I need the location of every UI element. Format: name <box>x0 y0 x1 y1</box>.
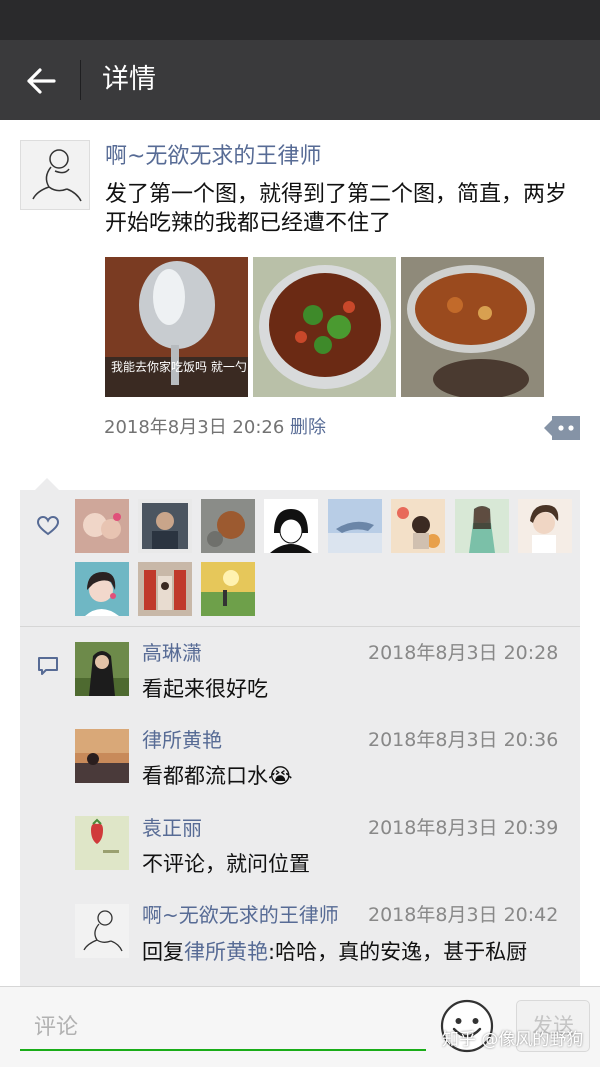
post-text: 发了第一个图，就得到了第二个图，简直，两岁开始吃辣的我都已经遭不住了 <box>105 182 568 236</box>
crying-emoji: 😭 <box>268 764 293 788</box>
heart-outline-icon <box>37 516 59 536</box>
post-photo-2[interactable] <box>253 257 396 397</box>
comment-input[interactable] <box>20 1005 426 1051</box>
post-photo-1[interactable]: 我能去你家吃饭吗 就一勺 <box>105 257 248 397</box>
like-avatar[interactable] <box>75 499 129 553</box>
panel-pointer <box>35 478 59 490</box>
post-author-name[interactable]: 啊~无欲无求的王律师 <box>105 142 321 172</box>
comment-icon <box>38 657 58 675</box>
reply-target-link[interactable]: 律所黄艳 <box>184 940 268 964</box>
photo-caption: 我能去你家吃饭吗 就一勺 <box>111 360 247 374</box>
title-divider <box>80 60 81 100</box>
comment-timestamp: 2018年8月3日 20:42 <box>368 904 559 926</box>
commenter-avatar[interactable] <box>75 816 129 870</box>
like-avatar[interactable] <box>201 499 255 553</box>
comment-timestamp: 2018年8月3日 20:36 <box>368 729 559 751</box>
comment-timestamp: 2018年8月3日 20:28 <box>368 642 559 664</box>
like-avatar[interactable] <box>201 562 255 616</box>
back-button[interactable] <box>20 60 62 102</box>
post-timestamp: 2018年8月3日 20:26 <box>104 417 285 438</box>
like-avatar[interactable] <box>518 499 572 553</box>
comment-author[interactable]: 啊~无欲无求的王律师 <box>142 902 339 928</box>
comment-author[interactable]: 袁正丽 <box>142 815 202 841</box>
like-avatar[interactable] <box>138 499 192 553</box>
comment-text: 回复律所黄艳:哈哈，真的安逸，甚于私厨 <box>142 940 528 964</box>
title-bar: 详情 <box>0 40 600 120</box>
status-bar <box>0 0 600 40</box>
like-avatar[interactable] <box>328 499 382 553</box>
commenter-avatar[interactable] <box>75 904 129 958</box>
comment-text: 不评论，就问位置 <box>142 852 310 876</box>
like-avatar[interactable] <box>391 499 445 553</box>
like-avatar[interactable] <box>138 562 192 616</box>
commenter-avatar[interactable] <box>75 729 129 783</box>
arrow-left-icon <box>27 68 56 94</box>
comment-author[interactable]: 律所黄艳 <box>142 727 222 753</box>
author-avatar[interactable] <box>20 140 90 210</box>
comment-text: 看都都流口水😭 <box>142 764 293 788</box>
panel-divider <box>20 626 580 627</box>
commenter-avatar[interactable] <box>75 642 129 696</box>
more-button[interactable] <box>544 414 580 442</box>
more-dots-icon <box>544 416 580 440</box>
post-photo-3[interactable] <box>401 257 544 397</box>
like-avatar[interactable] <box>455 499 509 553</box>
comment-text: 看起来很好吃 <box>142 677 268 701</box>
page-title: 详情 <box>102 64 156 95</box>
like-avatar[interactable] <box>264 499 318 553</box>
like-avatar[interactable] <box>75 562 129 616</box>
watermark: 知乎 @像风的野狗 <box>442 1030 584 1050</box>
comment-timestamp: 2018年8月3日 20:39 <box>368 817 559 839</box>
comment-author[interactable]: 高琳潇 <box>142 640 202 666</box>
delete-link[interactable]: 删除 <box>290 416 326 440</box>
